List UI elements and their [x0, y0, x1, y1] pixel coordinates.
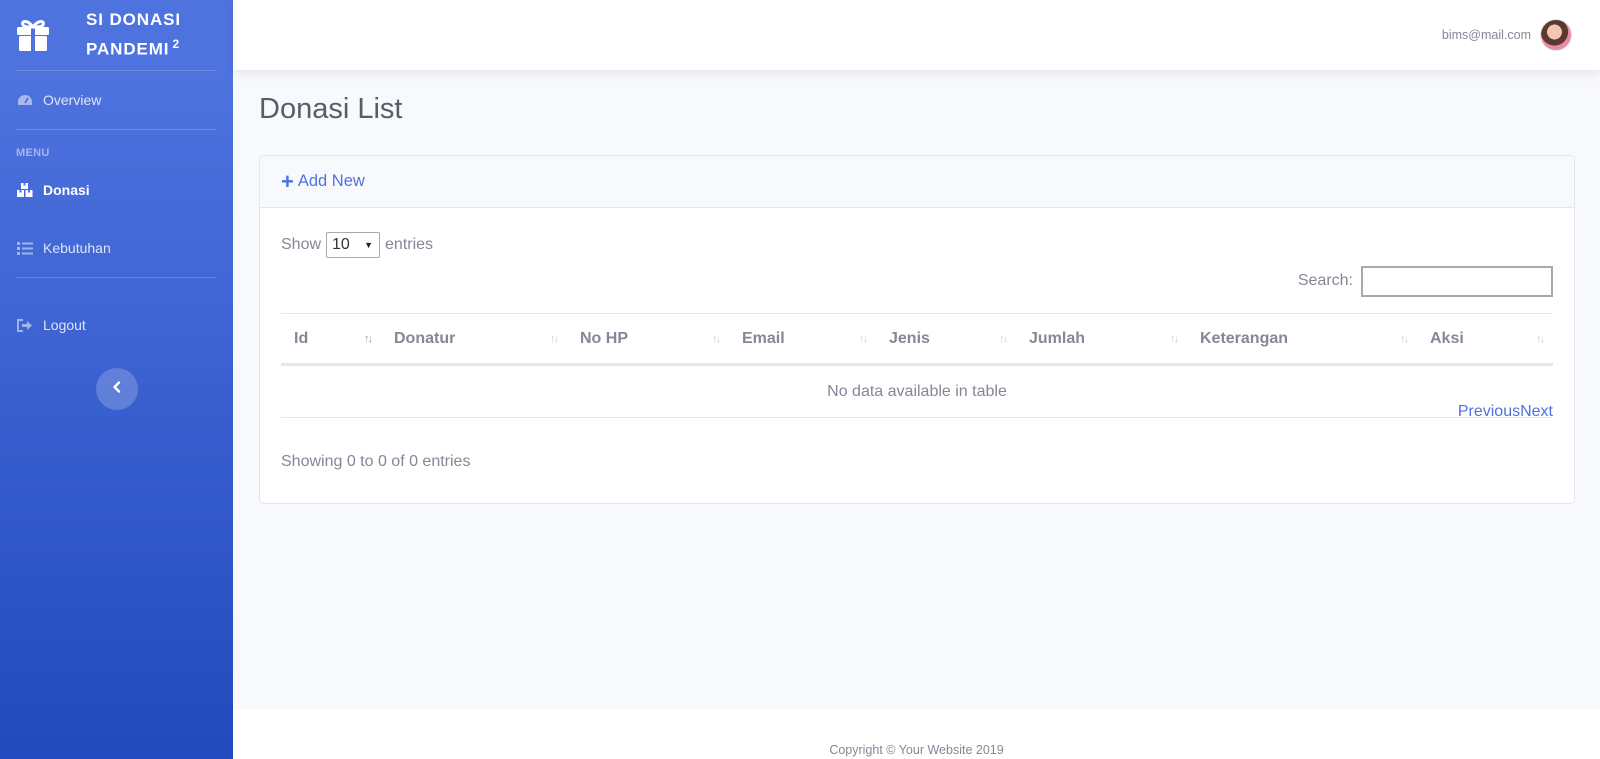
- column-label: Donatur: [394, 329, 456, 347]
- caret-down-icon: ▼: [364, 240, 374, 250]
- column-header-keterangan[interactable]: Keterangan ↑↓: [1187, 330, 1417, 348]
- sort-icon: ↑↓: [1400, 332, 1409, 345]
- chevron-left-icon: [112, 380, 122, 398]
- entries-select-value: 10: [332, 236, 350, 253]
- empty-message: No data available in table: [827, 382, 1007, 400]
- column-label: Jenis: [889, 329, 930, 347]
- column-label: Aksi: [1430, 329, 1464, 347]
- sidebar-heading: MENU: [16, 147, 50, 159]
- topbar: bims@mail.com: [233, 0, 1600, 70]
- sidebar-brand[interactable]: SI DONASI PANDEMI 2: [0, 0, 233, 70]
- column-header-no-hp[interactable]: No HP ↑↓: [567, 330, 729, 348]
- column-label: Jumlah: [1029, 329, 1086, 347]
- entries-select[interactable]: 10 ▼: [326, 232, 381, 258]
- column-label: Email: [742, 329, 785, 347]
- column-label: Keterangan: [1200, 329, 1289, 347]
- sidebar-item-overview[interactable]: Overview: [0, 71, 233, 129]
- sidebar-item-label: Kebutuhan: [43, 240, 111, 256]
- column-header-donatur[interactable]: Donatur ↑↓: [381, 330, 567, 348]
- sidebar-divider: [16, 277, 217, 278]
- previous-button[interactable]: Previous: [1458, 403, 1520, 420]
- gift-icon: [14, 15, 54, 55]
- boxes-icon: [16, 182, 33, 199]
- avatar[interactable]: [1540, 19, 1572, 51]
- table-empty-row: No data available in table: [281, 366, 1553, 418]
- search-filter: Search:: [281, 265, 1553, 297]
- list-icon: [16, 240, 33, 257]
- footer: Copyright © Your Website 2019: [233, 709, 1600, 759]
- sidebar-item-label: Donasi: [43, 182, 90, 198]
- sort-icon: ↑↓: [712, 332, 721, 345]
- copyright-text: Copyright © Your Website 2019: [829, 743, 1004, 757]
- brand-line-2: PANDEMI: [86, 39, 170, 59]
- sidebar-item-kebutuhan[interactable]: Kebutuhan: [0, 219, 233, 277]
- add-new-button[interactable]: + Add New: [281, 168, 365, 194]
- sidebar-item-logout[interactable]: Logout: [0, 296, 233, 354]
- sort-icon: ↑↓: [1536, 332, 1545, 345]
- sidebar-item-label: Overview: [43, 92, 102, 108]
- entries-length: Show 10 ▼ entries: [281, 228, 1553, 262]
- donasi-table: Id ↑↓ Donatur ↑↓ No HP ↑↓ Email ↑↓ Jenis…: [281, 313, 1553, 418]
- entries-label: entries: [385, 236, 434, 253]
- user-email[interactable]: bims@mail.com: [1442, 28, 1531, 42]
- column-label: Id: [294, 329, 309, 347]
- search-input[interactable]: [1361, 265, 1553, 297]
- card-header: + Add New: [260, 156, 1574, 208]
- sidebar-toggle-button[interactable]: [95, 368, 138, 410]
- plus-icon: +: [281, 168, 294, 194]
- show-label: Show: [281, 236, 322, 253]
- main-content: Donasi List + Add New Show 10 ▼ entries …: [259, 70, 1575, 504]
- column-header-email[interactable]: Email ↑↓: [729, 330, 876, 348]
- column-header-id[interactable]: Id ↑↓: [281, 330, 381, 348]
- brand-sup: 2: [172, 37, 181, 52]
- column-header-jumlah[interactable]: Jumlah ↑↓: [1016, 330, 1187, 348]
- column-header-jenis[interactable]: Jenis ↑↓: [876, 330, 1016, 348]
- sort-icon: ↑↓: [859, 332, 868, 345]
- column-header-aksi[interactable]: Aksi ↑↓: [1417, 330, 1553, 348]
- sidebar: SI DONASI PANDEMI 2 Overview MENU Donasi …: [0, 0, 233, 759]
- column-label: No HP: [580, 329, 628, 347]
- donasi-card: + Add New Show 10 ▼ entries Search: Id ↑…: [259, 155, 1575, 504]
- table-header-row: Id ↑↓ Donatur ↑↓ No HP ↑↓ Email ↑↓ Jenis…: [281, 314, 1553, 366]
- brand-title: SI DONASI PANDEMI 2: [86, 8, 181, 62]
- table-info: Showing 0 to 0 of 0 entries: [281, 453, 471, 470]
- tachometer-icon: [16, 92, 33, 109]
- sort-asc-icon: ↑↓: [364, 332, 373, 345]
- brand-line-1: SI DONASI: [86, 10, 182, 30]
- pagination: PreviousNext: [1458, 403, 1553, 421]
- sort-icon: ↑↓: [550, 332, 559, 345]
- sign-out-icon: [16, 317, 33, 334]
- add-new-label: Add New: [297, 172, 365, 190]
- sort-icon: ↑↓: [1170, 332, 1179, 345]
- search-label: Search:: [1297, 272, 1353, 289]
- card-body: Show 10 ▼ entries Search: Id ↑↓ Donatur …: [260, 228, 1574, 471]
- next-button[interactable]: Next: [1520, 403, 1553, 420]
- sidebar-item-donasi[interactable]: Donasi: [0, 161, 233, 219]
- sort-icon: ↑↓: [999, 332, 1008, 345]
- page-title: Donasi List: [259, 93, 403, 125]
- sidebar-item-label: Logout: [43, 317, 86, 333]
